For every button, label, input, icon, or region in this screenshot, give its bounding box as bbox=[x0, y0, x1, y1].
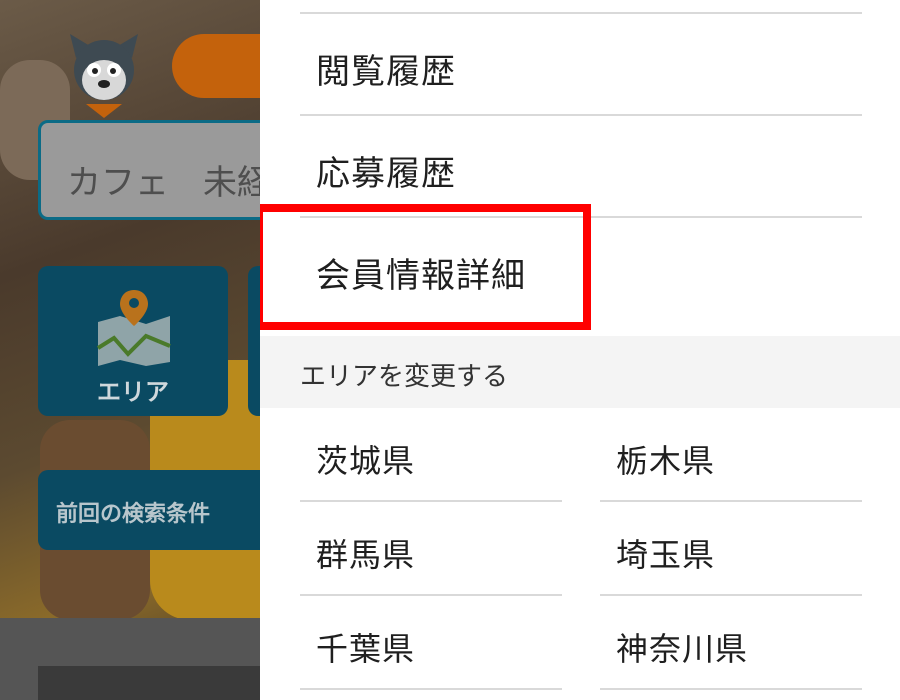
prefecture-item-chiba[interactable]: 千葉県 bbox=[300, 596, 562, 690]
prefecture-item-gunma[interactable]: 群馬県 bbox=[300, 502, 562, 596]
drawer-menu: 閲覧履歴 応募履歴 会員情報詳細 エリアを変更する 茨城県 栃木県 群馬県 埼玉… bbox=[260, 0, 900, 700]
area-section-header: エリアを変更する bbox=[260, 336, 900, 408]
prefecture-item-kanagawa[interactable]: 神奈川県 bbox=[600, 596, 862, 690]
menu-item-label: 応募履歴 bbox=[316, 154, 456, 194]
prefecture-item-saitama[interactable]: 埼玉県 bbox=[600, 502, 862, 596]
background-bottom-field bbox=[38, 666, 260, 700]
area-search-tile[interactable]: エリア bbox=[38, 266, 228, 416]
menu-item-application-history[interactable]: 応募履歴 bbox=[300, 116, 862, 218]
screen: カフェ 未経 エリア 前回の検索条件 閲覧履歴 応募履歴 会員情報詳細 エリアを… bbox=[0, 0, 900, 700]
menu-item-member-info[interactable]: 会員情報詳細 bbox=[300, 218, 862, 320]
search-input[interactable]: カフェ 未経 bbox=[38, 120, 260, 220]
background-page-overlay[interactable]: カフェ 未経 エリア 前回の検索条件 bbox=[0, 0, 260, 700]
search-input-value: カフェ 未経 bbox=[67, 163, 260, 203]
menu-item-label: 会員情報詳細 bbox=[316, 256, 526, 296]
map-pin-icon bbox=[96, 290, 171, 366]
menu-item-label: 閲覧履歴 bbox=[316, 52, 456, 92]
prefecture-label: 神奈川県 bbox=[616, 630, 749, 668]
area-section-title: エリアを変更する bbox=[300, 362, 509, 392]
prefecture-label: 埼玉県 bbox=[616, 536, 716, 574]
prefecture-label: 茨城県 bbox=[316, 442, 416, 480]
prefecture-item-tochigi[interactable]: 栃木県 bbox=[600, 408, 862, 502]
previous-search-label: 前回の検索条件 bbox=[56, 502, 211, 527]
dog-mascot-logo bbox=[70, 34, 138, 118]
header-action-button[interactable] bbox=[172, 34, 260, 98]
prefecture-item-ibaraki[interactable]: 茨城県 bbox=[300, 408, 562, 502]
prefecture-label: 栃木県 bbox=[616, 442, 716, 480]
previous-search-button[interactable]: 前回の検索条件 bbox=[38, 470, 260, 550]
menu-item-browsing-history[interactable]: 閲覧履歴 bbox=[300, 14, 862, 116]
search-category-tile[interactable] bbox=[248, 266, 260, 416]
area-tile-label: エリア bbox=[97, 378, 169, 406]
prefecture-label: 千葉県 bbox=[316, 630, 416, 668]
prefecture-label: 群馬県 bbox=[316, 536, 416, 574]
